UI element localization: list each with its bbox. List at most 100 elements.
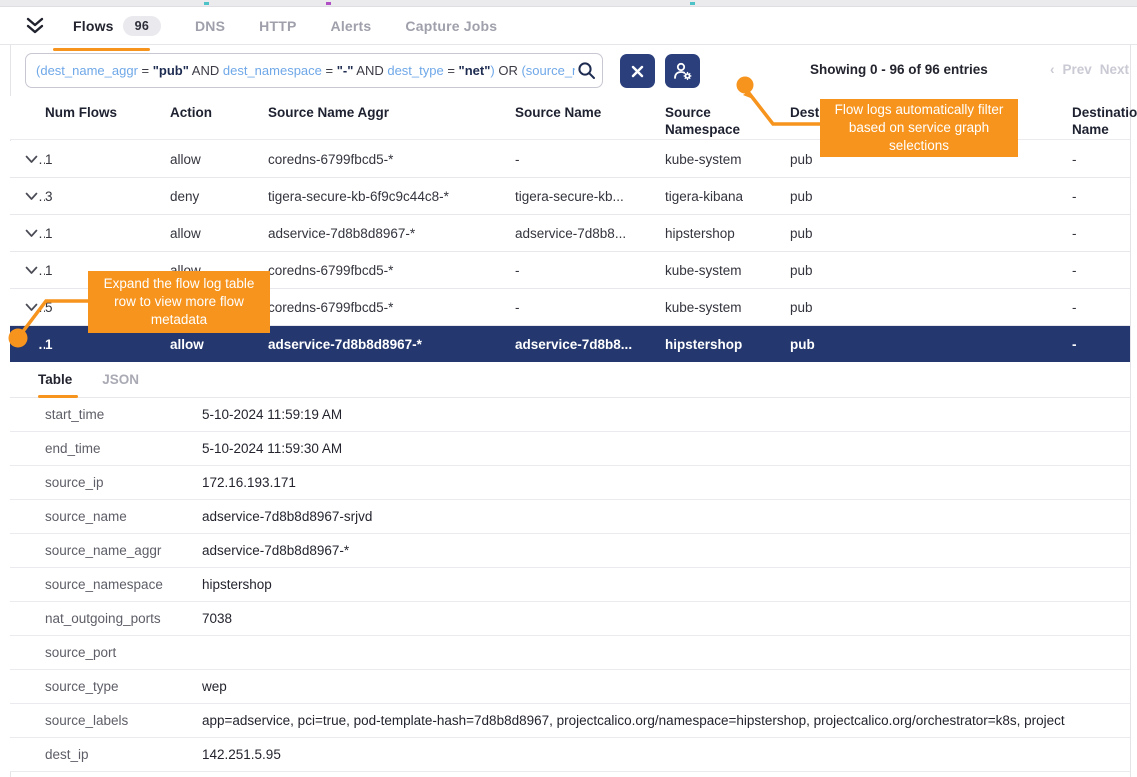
- flow-table-row[interactable]: 3 deny tigera-secure-kb-6f9c9c44c8-* tig…: [10, 178, 1130, 215]
- cell-action: deny: [170, 189, 268, 204]
- top-strip-artifact: [204, 2, 209, 5]
- cell-source-name-aggr: tigera-secure-kb-6f9c9c44c8-*: [268, 189, 515, 204]
- search-icon[interactable]: [577, 61, 596, 80]
- cell-action: allow: [170, 337, 268, 352]
- detail-tab-json[interactable]: JSON: [102, 372, 139, 387]
- annotation-tooltip-filter: Flow logs automatically filter based on …: [820, 99, 1018, 157]
- cell-num-flows: 3: [45, 189, 170, 204]
- detail-field-row: nat_outgoing_ports 7038: [10, 602, 1130, 636]
- user-settings-button[interactable]: [665, 54, 700, 88]
- clear-filter-button[interactable]: [620, 54, 655, 88]
- detail-field-row: source_name adservice-7d8b8d8967-srjvd: [10, 500, 1130, 534]
- tab-dns[interactable]: DNS: [195, 18, 225, 34]
- detail-field-key: source_type: [10, 679, 202, 694]
- detail-field-value: app=adservice, pci=true, pod-template-ha…: [202, 713, 1130, 728]
- cell-num-flows: 1: [45, 152, 170, 167]
- active-tab-underline: [53, 48, 150, 51]
- tab-flows-label: Flows: [73, 18, 114, 34]
- prev-chevron-icon[interactable]: ‹: [1050, 62, 1055, 77]
- detail-field-value: adservice-7d8b8d8967-srjvd: [202, 509, 1130, 524]
- tab-flows[interactable]: Flows 96: [73, 16, 161, 36]
- tab-capture-jobs[interactable]: Capture Jobs: [405, 18, 497, 34]
- detail-field-key: source_namespace: [10, 577, 202, 592]
- prev-button[interactable]: Prev: [1063, 62, 1092, 77]
- detail-field-key: dest_ip: [10, 747, 202, 762]
- detail-field-value: hipstershop: [202, 577, 1130, 592]
- detail-field-value: wep: [202, 679, 1130, 694]
- detail-field-row: source_type wep: [10, 670, 1130, 704]
- cell-source-namespace: tigera-kibana: [665, 189, 790, 204]
- cell-num-flows: 1: [45, 337, 170, 352]
- detail-field-value: 172.16.193.171: [202, 475, 1130, 490]
- row-expand-chevron-icon[interactable]: [10, 155, 38, 164]
- cell-source-namespace: kube-system: [665, 152, 790, 167]
- detail-field-value: adservice-7d8b8d8967-*: [202, 543, 1130, 558]
- detail-field-row: source_namespace hipstershop: [10, 568, 1130, 602]
- top-edge-strip: [0, 0, 1137, 7]
- cell-source-name-aggr: coredns-6799fbcd5-*: [268, 152, 515, 167]
- detail-field-row: source_name_aggr adservice-7d8b8d8967-*: [10, 534, 1130, 568]
- log-type-tab-bar: Flows 96 DNS HTTP Alerts Capture Jobs: [0, 7, 1137, 45]
- cell-source-namespace: hipstershop: [665, 226, 790, 241]
- detail-field-key: end_time: [10, 441, 202, 456]
- column-header-source-name[interactable]: Source Name: [515, 104, 665, 139]
- column-header-source-namespace[interactable]: Source Namespace: [665, 104, 790, 139]
- detail-field-row: source_port: [10, 636, 1130, 670]
- cell-source-name-aggr: adservice-7d8b8d8967-*: [268, 226, 515, 241]
- cell-dest-name-aggr: pub: [790, 189, 1072, 204]
- close-icon: [631, 65, 644, 78]
- flow-table-row[interactable]: 1 allow adservice-7d8b8d8967-* adservice…: [10, 215, 1130, 252]
- cell-source-namespace: kube-system: [665, 300, 790, 315]
- detail-field-key: nat_outgoing_ports: [10, 611, 202, 626]
- detail-field-key: source_ip: [10, 475, 202, 490]
- detail-field-row: dest_ip 142.251.5.95: [10, 738, 1130, 772]
- column-header-destination-name[interactable]: Destination Name: [1072, 104, 1137, 139]
- cell-num-flows: 1: [45, 226, 170, 241]
- row-detail-fields: start_time 5-10-2024 11:59:19 AM end_tim…: [10, 398, 1130, 772]
- results-summary: Showing 0 - 96 of 96 entries: [810, 62, 988, 77]
- detail-field-value: 142.251.5.95: [202, 747, 1130, 762]
- header-chevron-spacer: [10, 104, 45, 139]
- column-header-source-name-aggr[interactable]: Source Name Aggr: [268, 104, 515, 139]
- cell-action: allow: [170, 226, 268, 241]
- tab-http[interactable]: HTTP: [259, 18, 296, 34]
- flow-logs-panel: Flows 96 DNS HTTP Alerts Capture Jobs (d…: [0, 0, 1137, 777]
- detail-field-key: start_time: [10, 407, 202, 422]
- user-gear-icon: [672, 61, 693, 81]
- detail-field-value: 7038: [202, 611, 1130, 626]
- cell-action: allow: [170, 152, 268, 167]
- detail-field-key: source_name_aggr: [10, 543, 202, 558]
- detail-field-row: start_time 5-10-2024 11:59:19 AM: [10, 398, 1130, 432]
- detail-field-row: end_time 5-10-2024 11:59:30 AM: [10, 432, 1130, 466]
- cell-source-name: adservice-7d8b8...: [515, 337, 665, 352]
- row-expand-chevron-icon[interactable]: [10, 192, 38, 201]
- cell-source-name-aggr: adservice-7d8b8d8967-*: [268, 337, 515, 352]
- row-expand-chevron-icon[interactable]: [10, 229, 38, 238]
- cell-dest-name-aggr: pub: [790, 226, 1072, 241]
- next-button[interactable]: Next: [1100, 62, 1129, 77]
- cell-destination-name: -: [1072, 189, 1130, 204]
- detail-field-key: source_port: [10, 645, 202, 660]
- row-expand-chevron-icon[interactable]: [10, 266, 38, 275]
- flows-count-badge: 96: [123, 16, 161, 36]
- column-header-num-flows[interactable]: Num Flows: [45, 104, 170, 139]
- cell-source-name: tigera-secure-kb...: [515, 189, 665, 204]
- tab-alerts[interactable]: Alerts: [331, 18, 372, 34]
- filter-query-input[interactable]: (dest_name_aggr = "pub" AND dest_namespa…: [25, 53, 603, 88]
- collapse-panel-double-chevron-icon[interactable]: [25, 17, 45, 35]
- row-expand-chevron-icon[interactable]: [10, 303, 38, 312]
- cell-source-name: -: [515, 152, 665, 167]
- detail-field-value: 5-10-2024 11:59:19 AM: [202, 407, 1130, 422]
- row-detail-tab-bar: Table JSON: [10, 362, 1130, 398]
- cell-source-name-aggr: coredns-6799fbcd5-*: [268, 263, 515, 278]
- cell-destination-name: -: [1072, 152, 1130, 167]
- cell-dest-name-aggr: pub: [790, 263, 1072, 278]
- detail-tab-table[interactable]: Table: [38, 372, 72, 387]
- column-header-action[interactable]: Action: [170, 104, 268, 139]
- annotation-tooltip-expand-row: Expand the flow log table row to view mo…: [88, 271, 270, 333]
- cell-dest-name-aggr: pub: [790, 337, 1072, 352]
- callout-anchor-dot: [737, 77, 754, 94]
- detail-field-row: source_labels app=adservice, pci=true, p…: [10, 704, 1130, 738]
- cell-destination-name: -: [1072, 337, 1130, 352]
- cell-destination-name: -: [1072, 263, 1130, 278]
